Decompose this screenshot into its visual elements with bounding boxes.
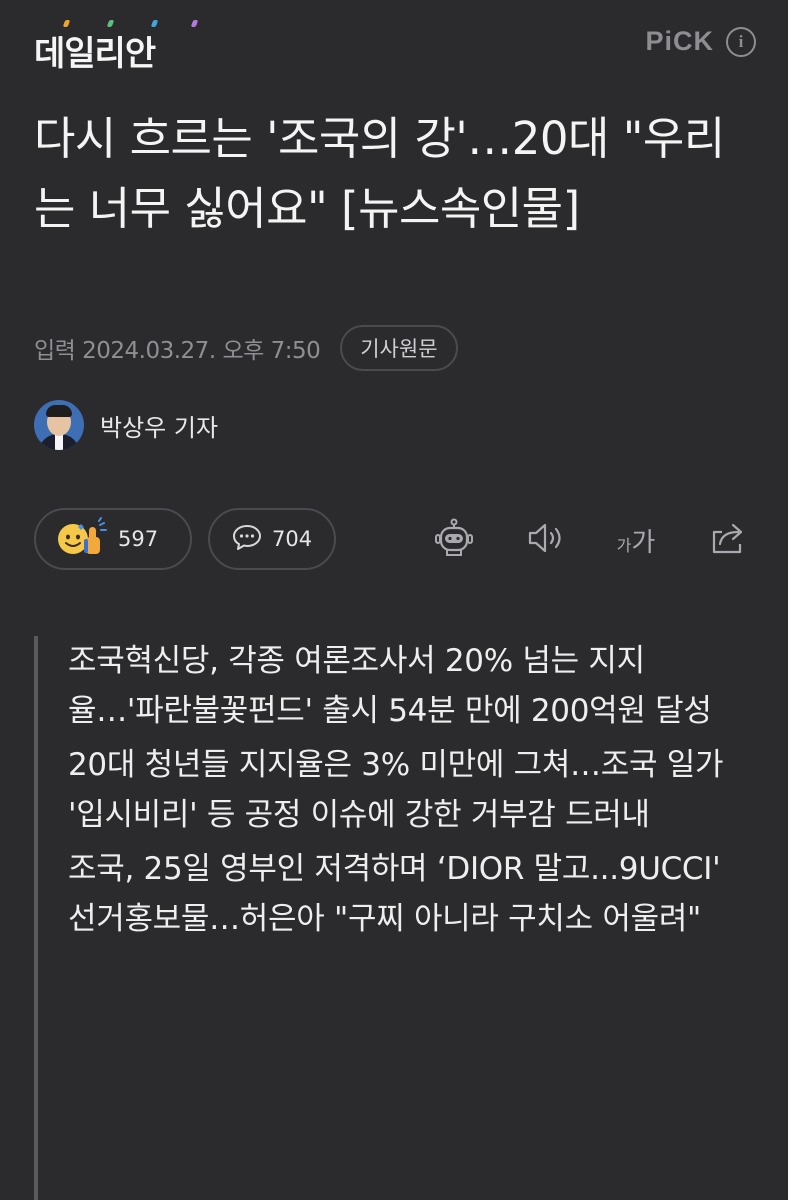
ai-summary-button[interactable] — [432, 518, 476, 562]
action-bar: 597 704 가가 — [34, 508, 754, 570]
article-title: 다시 흐르는 '조국의 강'…20대 "우리는 너무 싫어요" [뉴스속인물] — [34, 112, 725, 235]
robot-icon — [434, 518, 474, 562]
reaction-count: 597 — [118, 527, 159, 551]
reaction-button[interactable]: 597 — [34, 508, 192, 570]
speaker-icon — [526, 521, 566, 559]
original-article-button[interactable]: 기사원문 — [340, 325, 458, 371]
comment-count: 704 — [272, 527, 313, 551]
summary-item: 20대 청년들 지지율은 3% 미만에 그쳐…조국 일가 '입시비리' 등 공정… — [68, 747, 724, 833]
top-bar: 데일리안 PiCK i — [0, 0, 788, 90]
comment-button[interactable]: 704 — [208, 508, 336, 570]
published-date: 입력 2024.03.27. 오후 7:50 — [34, 338, 321, 364]
share-icon — [708, 520, 748, 560]
author-name[interactable]: 박상우 기자 — [100, 408, 218, 443]
logo-text: 데일리안 — [34, 34, 156, 74]
article-summary: 조국혁신당, 각종 여론조사서 20% 넘는 지지율…'파란불꽃펀드' 출시 5… — [34, 636, 734, 1200]
avatar[interactable] — [34, 400, 84, 450]
article-meta: 입력 2024.03.27. 오후 7:50 기사원문 — [34, 325, 458, 371]
font-size-icon: 가가 — [616, 527, 656, 558]
comment-icon — [232, 523, 262, 555]
author-byline[interactable]: 박상우 기자 — [34, 400, 218, 450]
thumbs-up-smile-icon — [56, 517, 108, 561]
pick-badge[interactable]: PiCK i — [645, 26, 756, 57]
summary-item: 조국혁신당, 각종 여론조사서 20% 넘는 지지율…'파란불꽃펀드' 출시 5… — [68, 643, 712, 729]
pick-label: PiCK — [645, 26, 714, 56]
info-icon[interactable]: i — [726, 26, 756, 57]
font-size-button[interactable]: 가가 — [614, 518, 658, 562]
share-button[interactable] — [706, 518, 750, 562]
summary-item: 조국, 25일 영부인 저격하며 ‘DIOR 말고...9UCCI' 선거홍보물… — [68, 851, 721, 937]
read-aloud-button[interactable] — [524, 518, 568, 562]
